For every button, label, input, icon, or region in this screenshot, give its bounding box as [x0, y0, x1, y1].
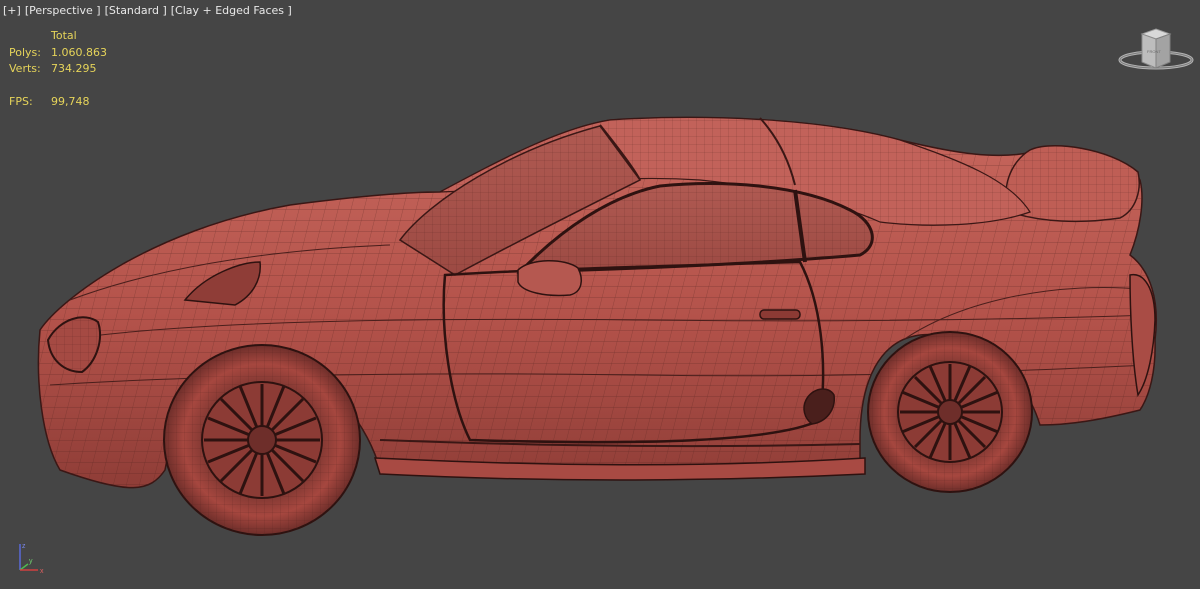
fps-label: FPS:: [9, 94, 33, 108]
viewport-shading-standard-menu[interactable]: [Standard ]: [105, 4, 167, 17]
perspective-viewport[interactable]: [+] [Perspective ] [Standard ] [Clay + E…: [0, 0, 1200, 589]
front-wheel[interactable]: [163, 344, 361, 536]
verts-label: Verts:: [9, 62, 41, 75]
viewport-general-menu[interactable]: [+]: [3, 4, 21, 17]
rear-hub: [937, 399, 963, 425]
viewport-point-of-view-menu[interactable]: [Perspective ]: [25, 4, 101, 17]
viewport-statistics: Total Polys: 1.060.863 Verts: 734.295 FPS:…: [9, 28, 107, 110]
polys-label: Polys:: [9, 45, 41, 59]
side-mirror[interactable]: [517, 260, 583, 297]
axis-x-label: x: [40, 568, 44, 575]
car-model-mesh[interactable]: [0, 0, 1200, 589]
stats-header: Total: [51, 29, 77, 42]
door-handle[interactable]: [759, 309, 801, 320]
axis-tripod-icon: z y x: [19, 543, 44, 575]
polys-value: 1.060.863: [51, 45, 107, 59]
axis-y-label: y: [29, 558, 33, 565]
fps-value: 99,748: [51, 94, 90, 108]
axis-z-label: z: [22, 543, 26, 550]
axis-y-line: [19, 563, 29, 571]
viewport-shading-mode-menu[interactable]: [Clay + Edged Faces ]: [171, 4, 292, 17]
viewcube-face-label: FRONT: [1147, 49, 1161, 54]
viewcube-icon[interactable]: FRONT: [1116, 24, 1196, 80]
front-hub: [247, 425, 277, 455]
verts-value: 734.295: [51, 62, 97, 75]
viewport-label-menu: [+] [Perspective ] [Standard ] [Clay + E…: [3, 4, 292, 17]
rear-wheel[interactable]: [867, 331, 1033, 493]
